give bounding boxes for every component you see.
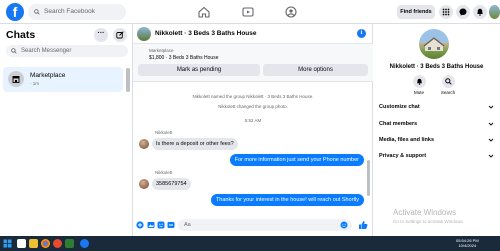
mute-action[interactable]: Mute	[406, 75, 432, 95]
messages-scrollbar[interactable]	[367, 160, 370, 196]
app-icon[interactable]	[65, 239, 74, 248]
messenger-search-placeholder: Search Messenger	[21, 48, 72, 54]
message-composer: Aa	[133, 214, 373, 236]
group-photo[interactable]	[137, 27, 151, 41]
home-icon[interactable]	[198, 6, 210, 18]
sender-avatar[interactable]	[139, 139, 149, 149]
system-message: Nikkolett changed the group photo.	[218, 104, 288, 109]
new-message-button[interactable]	[113, 28, 127, 42]
messenger-search-input[interactable]: Search Messenger	[6, 45, 128, 57]
facebook-logo-icon[interactable]: f	[6, 3, 24, 21]
listing-detail[interactable]: $1,800 · 3 Beds 3 Baths House	[149, 55, 219, 61]
activate-windows-subtitle: Go to Settings to activate Windows.	[393, 219, 465, 224]
thumbs-up-icon[interactable]	[358, 220, 368, 230]
more-options-button[interactable]: More options	[263, 64, 368, 76]
menu-button[interactable]	[439, 5, 453, 19]
windows-taskbar: 05:54:26 PM 10/4/2024	[0, 236, 500, 251]
chevron-down-icon	[488, 154, 494, 158]
top-navigation-bar: f Search Facebook Find friends	[0, 0, 500, 24]
gif-icon[interactable]	[167, 221, 175, 229]
listing-label: Marketplace	[149, 48, 174, 53]
section-customize-chat[interactable]: Customize chat	[379, 104, 496, 110]
mute-button[interactable]	[412, 75, 426, 88]
facebook-search-input[interactable]: Search Facebook	[28, 4, 126, 20]
section-label: Customize chat	[379, 104, 420, 110]
info-icon[interactable]: i	[357, 29, 366, 38]
search-action[interactable]: Search	[435, 75, 461, 95]
section-privacy-support[interactable]: Privacy & support	[379, 153, 496, 159]
notifications-button[interactable]	[473, 5, 487, 19]
facebook-taskbar-icon[interactable]	[80, 239, 89, 248]
task-view-icon[interactable]	[17, 239, 26, 248]
section-label: Privacy & support	[379, 153, 427, 159]
profile-avatar[interactable]	[489, 5, 500, 19]
sender-avatar[interactable]	[139, 179, 149, 189]
windows-start-icon[interactable]	[3, 239, 12, 248]
app-window: f Search Facebook Find friends Chats ···…	[0, 0, 500, 251]
chats-sidebar: Chats ··· Search Messenger Marketplace ·…	[0, 24, 133, 236]
section-chat-members[interactable]: Chat members	[379, 121, 496, 127]
chats-options-button[interactable]: ···	[94, 28, 108, 42]
search-icon	[34, 9, 40, 15]
plus-circle-icon[interactable]	[136, 221, 144, 229]
incoming-message[interactable]: 3585679754	[152, 178, 191, 190]
marketplace-store-icon	[12, 76, 20, 83]
compose-icon	[116, 31, 124, 39]
groups-icon[interactable]	[285, 6, 297, 18]
message-timestamp: 5:52 AM	[244, 118, 262, 123]
incoming-message[interactable]: Is there a deposit or other fees?	[152, 138, 238, 150]
conversation-title[interactable]: Nikkolett · 3 Beds 3 Baths House	[155, 30, 257, 37]
search-icon	[11, 48, 17, 54]
conversation-header: Nikkolett · 3 Beds 3 Baths House i	[133, 24, 373, 44]
conversation-details-panel: Nikkolett · 3 Beds 3 Baths House Mute Se…	[373, 24, 500, 236]
conversation-name: Nikkolett · 3 Beds 3 Baths House	[389, 64, 484, 70]
watch-video-icon[interactable]	[242, 6, 254, 18]
outgoing-message[interactable]: Thanks for your interest in the house! w…	[210, 194, 364, 206]
mute-label: Mute	[413, 90, 424, 95]
search-icon	[444, 78, 452, 85]
system-clock[interactable]: 05:54:26 PM 10/4/2024	[456, 238, 479, 248]
clock-date: 10/4/2024	[458, 243, 477, 248]
grid-menu-icon	[442, 8, 450, 16]
chat-avatar	[8, 71, 24, 87]
marketplace-listing-banner: Marketplace $1,800 · 3 Beds 3 Baths Hous…	[133, 44, 373, 82]
sticker-icon[interactable]	[157, 221, 165, 229]
chevron-down-icon	[488, 138, 494, 142]
chat-name: Marketplace	[30, 72, 66, 79]
bell-icon	[416, 78, 422, 85]
conversation-panel: Nikkolett · 3 Beds 3 Baths House i Marke…	[133, 24, 373, 236]
section-label: Chat members	[379, 121, 418, 127]
bell-icon	[477, 8, 483, 16]
browser-icon[interactable]	[53, 239, 62, 248]
chat-time: · 1m	[30, 81, 39, 86]
section-media-files-links[interactable]: Media, files and links	[379, 137, 496, 143]
chevron-down-icon	[488, 105, 494, 109]
search-button[interactable]	[441, 75, 455, 88]
system-message: Nikkolett named the group Nikkolett · 3 …	[192, 94, 314, 99]
message-input-placeholder: Aa	[184, 222, 191, 228]
search-label: Search	[440, 90, 456, 95]
chat-list-item[interactable]: Marketplace · 1m	[3, 67, 123, 92]
mark-as-pending-button[interactable]: Mark as pending	[138, 64, 260, 76]
group-photo-large[interactable]	[419, 29, 449, 59]
chrome-icon[interactable]	[41, 239, 50, 248]
section-label: Media, files and links	[379, 137, 435, 143]
chats-title: Chats	[6, 29, 36, 41]
search-placeholder: Search Facebook	[44, 8, 95, 15]
file-explorer-icon[interactable]	[29, 239, 38, 248]
emoji-icon[interactable]	[340, 221, 348, 229]
message-sender: Nikkolett	[155, 130, 173, 135]
activate-windows-title: Activate Windows	[393, 208, 457, 217]
chevron-down-icon	[488, 122, 494, 126]
messenger-button[interactable]	[456, 5, 470, 19]
image-icon[interactable]	[147, 221, 155, 229]
find-friends-button[interactable]: Find friends	[397, 5, 435, 19]
message-sender: Nikkolett	[155, 170, 173, 175]
outgoing-message[interactable]: For more information just send your Phon…	[229, 154, 364, 166]
message-input[interactable]: Aa	[178, 219, 352, 231]
messenger-icon	[459, 8, 467, 16]
chats-scrollbar[interactable]	[126, 68, 130, 92]
house-image	[423, 37, 445, 51]
